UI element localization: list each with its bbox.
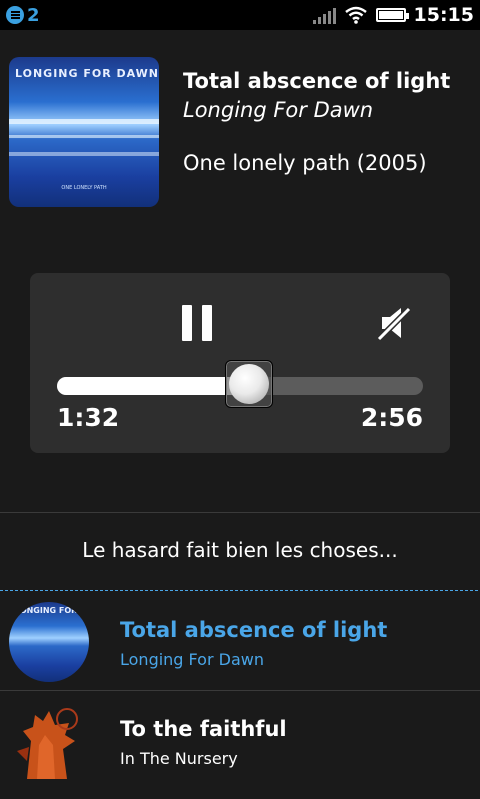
seek-knob	[229, 364, 270, 404]
pause-button[interactable]	[182, 305, 212, 341]
playlist-item-artist: In The Nursery	[120, 749, 238, 768]
album-cover-subtitle: ONE LONELY PATH	[61, 185, 107, 191]
total-time: 2:56	[360, 403, 423, 432]
wifi-icon	[344, 6, 367, 24]
now-playing-album: One lonely path (2005)	[183, 151, 427, 175]
seek-handle[interactable]	[225, 360, 274, 408]
album-art-image	[9, 701, 89, 781]
battery-icon	[375, 8, 409, 22]
mute-button[interactable]	[374, 303, 414, 343]
player-panel: 1:32 2:56	[30, 273, 450, 453]
list-divider	[0, 590, 480, 591]
mute-icon	[376, 306, 412, 342]
shuffle-message: Le hasard fait bien les choses...	[82, 538, 398, 562]
notification-count: 2	[27, 4, 40, 26]
playlist-item[interactable]: To the faithful In The Nursery	[0, 691, 480, 789]
signal-icon	[312, 6, 336, 24]
track-thumbnail: LONGING FOR DAWN	[9, 602, 89, 682]
status-clock: 15:15	[413, 4, 474, 26]
seek-bar-progress	[57, 377, 249, 395]
playlist-item-artist: Longing For Dawn	[120, 650, 264, 669]
album-cover-logo: LONGING FOR DAWN	[15, 67, 159, 80]
playlist-item-title: Total abscence of light	[120, 618, 388, 642]
notification-area[interactable]: 2	[6, 5, 40, 26]
now-playing-title: Total abscence of light	[183, 69, 451, 93]
thumbnail-logo: LONGING FOR DAWN	[15, 606, 89, 615]
playlist-item[interactable]: LONGING FOR DAWN Total abscence of light…	[0, 592, 480, 690]
track-thumbnail	[9, 701, 89, 781]
divider	[0, 512, 480, 513]
playlist-item-title: To the faithful	[120, 717, 287, 741]
notification-icon	[6, 6, 24, 24]
status-bar: 2 15:15	[0, 0, 480, 30]
elapsed-time: 1:32	[57, 403, 120, 432]
now-playing-artist: Longing For Dawn	[183, 98, 374, 122]
album-cover: LONGING FOR DAWN ONE LONELY PATH	[9, 57, 159, 207]
